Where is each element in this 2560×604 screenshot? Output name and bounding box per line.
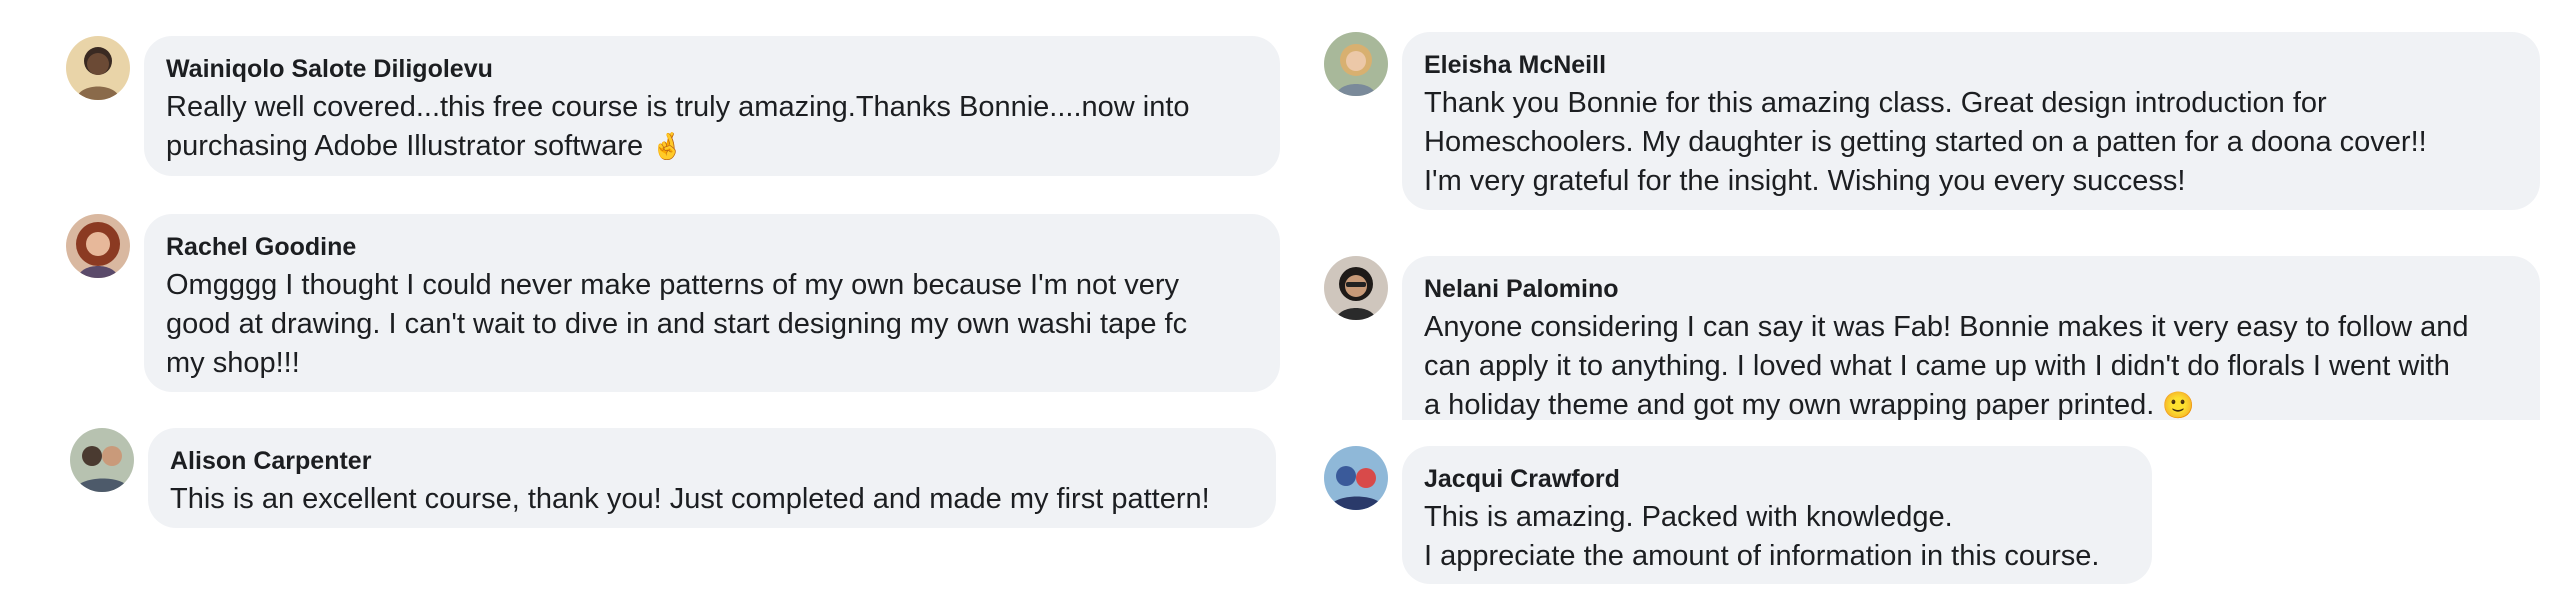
avatar[interactable] xyxy=(1324,32,1388,96)
comment-author[interactable]: Rachel Goodine xyxy=(166,228,1260,266)
comment-text-line: This is an excellent course, thank you! … xyxy=(170,483,1210,515)
avatar[interactable] xyxy=(66,36,130,100)
comment-text-line: Really well covered...this free course i… xyxy=(166,91,1190,123)
avatar[interactable] xyxy=(66,214,130,278)
avatar[interactable] xyxy=(1324,446,1388,510)
comment-text-line: I appreciate the amount of information i… xyxy=(1424,540,2100,572)
smile-emoji: 🙂 xyxy=(2162,391,2195,420)
comment-bubble: Eleisha McNeill Thank you Bonnie for thi… xyxy=(1402,32,2540,210)
comment-author[interactable]: Eleisha McNeill xyxy=(1424,46,2520,84)
comment-bubble: Wainiqolo Salote Diligolevu Really well … xyxy=(144,36,1280,176)
comment-bubble: Rachel Goodine Omgggg I thought I could … xyxy=(144,214,1280,392)
avatar[interactable] xyxy=(1324,256,1388,320)
avatar[interactable] xyxy=(70,428,134,492)
comment-text-line: This is amazing. Packed with knowledge. xyxy=(1424,501,1953,533)
comment-text-line: Homeschoolers. My daughter is getting st… xyxy=(1424,126,2427,158)
comment-text-line: Omgggg I thought I could never make patt… xyxy=(166,269,1180,301)
comment-text-line: my shop!!! xyxy=(166,347,300,379)
comment-text-line: a holiday theme and got my own wrapping … xyxy=(1424,386,2520,420)
comment-bubble: Alison Carpenter This is an excellent co… xyxy=(148,428,1276,528)
user-photo-icon xyxy=(66,36,130,100)
comment-text-line-part: a holiday theme and got my own wrapping … xyxy=(1424,389,2163,420)
user-photo-icon xyxy=(70,428,134,492)
comment-author[interactable]: Alison Carpenter xyxy=(170,442,1256,480)
user-photo-icon xyxy=(66,214,130,278)
comment-text-line: I'm very grateful for the insight. Wishi… xyxy=(1424,165,2186,197)
comment-text-line: Thank you Bonnie for this amazing class.… xyxy=(1424,87,2327,119)
comment-text-line: purchasing Adobe Illustrator software 🤞 xyxy=(166,127,1260,166)
comment-author[interactable]: Nelani Palomino xyxy=(1424,270,2520,308)
comment-bubble: Jacqui Crawford This is amazing. Packed … xyxy=(1402,446,2152,584)
comment-text-line-part: purchasing Adobe Illustrator software xyxy=(166,130,652,162)
comment-author[interactable]: Jacqui Crawford xyxy=(1424,460,2132,498)
user-photo-icon xyxy=(1324,256,1388,320)
comment-author[interactable]: Wainiqolo Salote Diligolevu xyxy=(166,50,1260,88)
comment-text-line: good at drawing. I can't wait to dive in… xyxy=(166,308,1188,340)
user-photo-icon xyxy=(1324,446,1388,510)
crossed-fingers-emoji: 🤞 xyxy=(651,132,684,162)
comment-bubble: Nelani Palomino Anyone considering I can… xyxy=(1402,256,2540,420)
user-photo-icon xyxy=(1324,32,1388,96)
comment-text-line: Anyone considering I can say it was Fab!… xyxy=(1424,311,2469,343)
comment-text-line: can apply it to anything. I loved what I… xyxy=(1424,350,2450,382)
